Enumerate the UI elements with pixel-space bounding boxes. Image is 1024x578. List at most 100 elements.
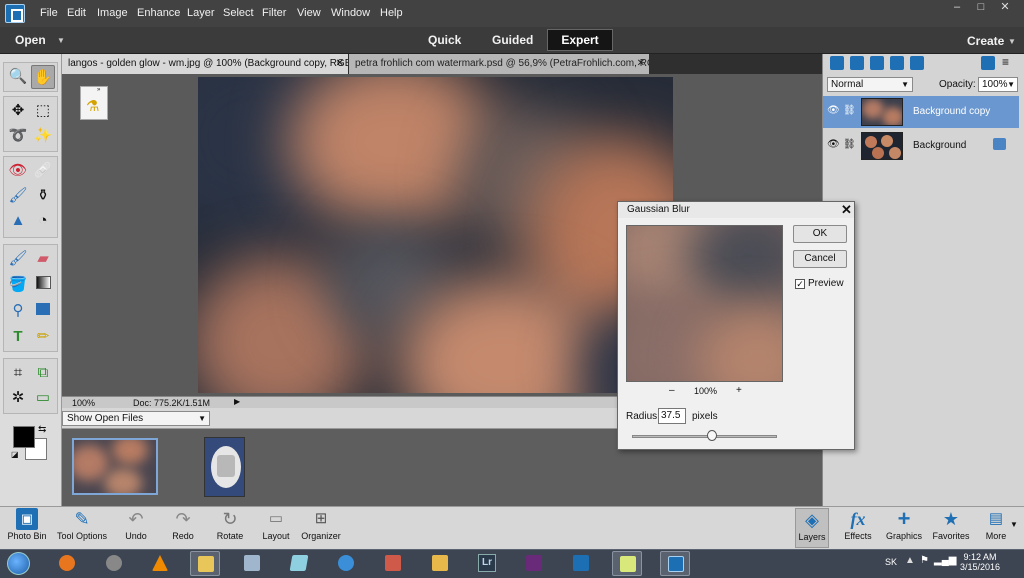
- lock-icon[interactable]: [890, 56, 904, 70]
- taskbar-photoshop-elements[interactable]: [660, 551, 690, 576]
- menu-layer[interactable]: Layer: [187, 7, 215, 19]
- eyedropper-tool-icon[interactable]: ⚲: [6, 299, 30, 323]
- new-fill-layer-icon[interactable]: [850, 56, 864, 70]
- taskbar-lock-app[interactable]: [99, 551, 129, 576]
- bin-thumb-watermark[interactable]: [204, 437, 245, 497]
- undo-button[interactable]: ↶ Undo: [118, 508, 154, 548]
- tray-show-hidden-icon[interactable]: ▲: [905, 555, 915, 566]
- clone-stamp-tool-icon[interactable]: ⚱: [31, 184, 55, 208]
- dialog-close-icon[interactable]: ✕: [840, 203, 853, 217]
- menu-edit[interactable]: Edit: [67, 7, 86, 19]
- visibility-eye-icon[interactable]: 👁: [827, 105, 840, 116]
- menu-image[interactable]: Image: [97, 7, 128, 19]
- ok-button[interactable]: OK: [793, 225, 847, 243]
- image-canvas[interactable]: [198, 77, 673, 393]
- taskbar-paint[interactable]: [378, 551, 408, 576]
- mode-quick[interactable]: Quick: [428, 33, 461, 47]
- link-layers-icon[interactable]: [910, 56, 924, 70]
- taskbar-stickies[interactable]: [612, 551, 642, 576]
- smart-brush-tool-icon[interactable]: 🖌: [6, 184, 30, 208]
- default-colors-icon[interactable]: ◪: [11, 450, 19, 459]
- create-dropdown-icon[interactable]: ▼: [1008, 37, 1016, 46]
- rotate-button[interactable]: ↻ Rotate: [210, 508, 250, 548]
- graphics-button[interactable]: + Graphics: [884, 508, 924, 548]
- straighten-tool-icon[interactable]: ▭: [31, 386, 55, 410]
- taskbar-thunderbird[interactable]: [331, 551, 361, 576]
- tray-language[interactable]: SK: [885, 557, 897, 567]
- menu-select[interactable]: Select: [223, 7, 254, 19]
- panel-expand-icon[interactable]: »: [97, 87, 100, 93]
- more-dropdown-icon[interactable]: ▼: [1010, 520, 1018, 529]
- organizer-button[interactable]: ⊞ Organizer: [299, 508, 343, 548]
- blur-preview[interactable]: [626, 225, 783, 382]
- mode-expert[interactable]: Expert: [547, 29, 613, 51]
- type-tool-icon[interactable]: T: [6, 325, 30, 349]
- preview-zoom-in-button[interactable]: +: [736, 385, 742, 396]
- recompose-tool-icon[interactable]: ⧉: [31, 361, 55, 385]
- blend-mode-select[interactable]: Normal ▼: [827, 77, 913, 92]
- tray-flag-icon[interactable]: ⚑: [920, 555, 929, 566]
- layers-button[interactable]: ◈ Layers: [795, 508, 829, 548]
- content-aware-move-tool-icon[interactable]: ✲: [6, 386, 30, 410]
- maximize-button[interactable]: □: [970, 0, 992, 15]
- menu-file[interactable]: File: [40, 7, 58, 19]
- zoom-tool-icon[interactable]: 🔍: [6, 65, 30, 89]
- taskbar-media[interactable]: [425, 551, 455, 576]
- taskbar-calculator[interactable]: [237, 551, 267, 576]
- taskbar-elements-organizer[interactable]: [566, 551, 596, 576]
- opacity-input[interactable]: 100% ▼: [978, 77, 1018, 92]
- panel-menu-icon[interactable]: ≡: [1002, 55, 1009, 69]
- tool-options-button[interactable]: ✎ Tool Options: [55, 508, 109, 548]
- gradient-tool-icon[interactable]: [31, 273, 55, 297]
- healing-brush-tool-icon[interactable]: 🩹: [31, 159, 55, 183]
- hand-tool-icon[interactable]: ✋: [31, 65, 55, 89]
- background-lock-icon[interactable]: [993, 138, 1006, 150]
- mode-guided[interactable]: Guided: [492, 33, 533, 47]
- status-menu-arrow-icon[interactable]: ▶: [234, 397, 240, 406]
- foreground-color-swatch-top[interactable]: [13, 426, 35, 448]
- photo-bin-button[interactable]: ▣ Photo Bin: [6, 508, 48, 548]
- open-dropdown-icon[interactable]: ▼: [57, 36, 65, 45]
- layout-button[interactable]: ▭ Layout: [258, 508, 294, 548]
- taskbar-firefox[interactable]: [52, 551, 82, 576]
- status-zoom[interactable]: 100%: [72, 398, 95, 408]
- open-button[interactable]: Open: [15, 33, 46, 47]
- swap-colors-icon[interactable]: ⇆: [38, 424, 46, 435]
- radius-slider-track[interactable]: [632, 435, 777, 438]
- menu-view[interactable]: View: [297, 7, 321, 19]
- redo-button[interactable]: ↷ Redo: [165, 508, 201, 548]
- taskbar-notes[interactable]: [284, 551, 314, 576]
- close-window-button[interactable]: ✕: [994, 0, 1016, 15]
- menu-enhance[interactable]: Enhance: [137, 7, 180, 19]
- red-eye-tool-icon[interactable]: 👁: [6, 159, 30, 183]
- blur-tool-icon[interactable]: ▲: [6, 209, 30, 233]
- tab-langos[interactable]: langos - golden glow - wm.jpg @ 100% (Ba…: [62, 54, 348, 74]
- crop-tool-icon[interactable]: ⌗: [6, 361, 30, 385]
- layer-link-icon[interactable]: ⛓: [843, 105, 856, 116]
- radius-input[interactable]: 37.5: [658, 408, 686, 424]
- tab-watermark[interactable]: petra frohlich com watermark.psd @ 56,9%…: [349, 54, 649, 74]
- tray-clock[interactable]: 9:12 AM 3/15/2016: [958, 552, 1002, 572]
- photo-bin-select[interactable]: Show Open Files ▼: [62, 411, 210, 426]
- menu-window[interactable]: Window: [331, 7, 370, 19]
- taskbar-premiere[interactable]: [519, 551, 549, 576]
- layer-link-icon[interactable]: ⛓: [843, 139, 856, 150]
- radius-slider-thumb[interactable]: [706, 430, 717, 441]
- pencil-tool-icon[interactable]: ✏: [31, 325, 55, 349]
- tab-watermark-close-icon[interactable]: ✕: [637, 54, 645, 73]
- brush-tool-icon[interactable]: 🖌: [6, 247, 30, 271]
- paint-bucket-tool-icon[interactable]: 🪣: [6, 273, 30, 297]
- taskbar-lightroom[interactable]: Lr: [472, 551, 502, 576]
- menu-filter[interactable]: Filter: [262, 7, 286, 19]
- create-button[interactable]: Create: [967, 34, 1004, 48]
- taskbar-explorer[interactable]: [190, 551, 220, 576]
- cancel-button[interactable]: Cancel: [793, 250, 847, 268]
- taskbar-vlc[interactable]: [145, 551, 175, 576]
- menu-help[interactable]: Help: [380, 7, 403, 19]
- eraser-tool-icon[interactable]: ▰: [31, 247, 55, 271]
- more-button[interactable]: ▤ More: [980, 508, 1012, 548]
- preview-checkbox[interactable]: ✓: [795, 279, 805, 289]
- layer-row-background[interactable]: 👁 ⛓ Background: [823, 130, 1019, 162]
- marquee-tool-icon[interactable]: ⬚: [31, 99, 55, 123]
- layer-row-background-copy[interactable]: 👁 ⛓ Background copy: [823, 96, 1019, 128]
